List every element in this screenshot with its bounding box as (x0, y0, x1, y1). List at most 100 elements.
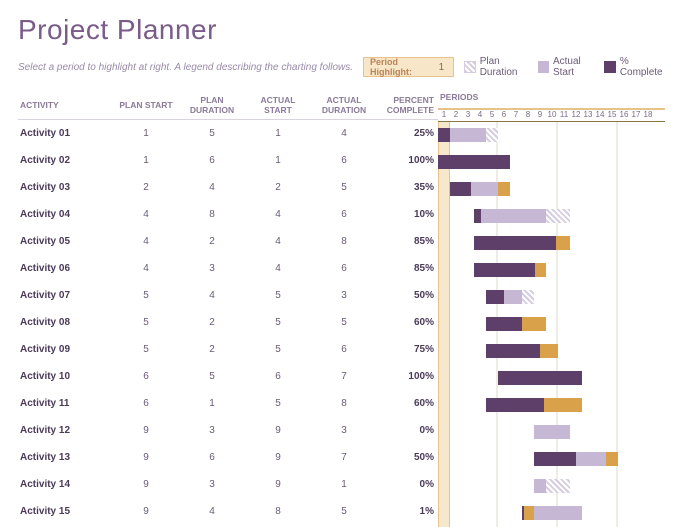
cell-activity[interactable]: Activity 14 (18, 479, 118, 490)
cell-actual-start[interactable]: 5 (250, 344, 310, 355)
cell-actual-duration[interactable]: 8 (310, 236, 382, 247)
table-row[interactable]: Activity 03242535% (18, 174, 438, 201)
cell-percent-complete[interactable]: 100% (382, 371, 438, 382)
cell-actual-duration[interactable]: 3 (310, 425, 382, 436)
table-row[interactable]: Activity 04484610% (18, 201, 438, 228)
cell-plan-duration[interactable]: 2 (178, 236, 250, 247)
cell-plan-start[interactable]: 4 (118, 236, 178, 247)
cell-plan-start[interactable]: 1 (118, 128, 178, 139)
cell-actual-duration[interactable]: 4 (310, 128, 382, 139)
cell-actual-start[interactable]: 8 (250, 506, 310, 517)
cell-actual-duration[interactable]: 1 (310, 479, 382, 490)
cell-plan-duration[interactable]: 8 (178, 209, 250, 220)
cell-plan-duration[interactable]: 3 (178, 263, 250, 274)
table-row[interactable]: Activity 09525675% (18, 336, 438, 363)
cell-plan-duration[interactable]: 2 (178, 344, 250, 355)
cell-activity[interactable]: Activity 05 (18, 236, 118, 247)
cell-activity[interactable]: Activity 12 (18, 425, 118, 436)
cell-actual-duration[interactable]: 3 (310, 290, 382, 301)
cell-plan-duration[interactable]: 5 (178, 128, 250, 139)
table-row[interactable]: Activity 13969750% (18, 444, 438, 471)
cell-plan-start[interactable]: 4 (118, 209, 178, 220)
cell-plan-duration[interactable]: 3 (178, 425, 250, 436)
table-row[interactable]: Activity 106567100% (18, 363, 438, 390)
cell-actual-start[interactable]: 9 (250, 452, 310, 463)
cell-plan-duration[interactable]: 5 (178, 371, 250, 382)
cell-percent-complete[interactable]: 0% (382, 425, 438, 436)
cell-percent-complete[interactable]: 60% (382, 317, 438, 328)
cell-activity[interactable]: Activity 10 (18, 371, 118, 382)
cell-plan-duration[interactable]: 2 (178, 317, 250, 328)
cell-actual-duration[interactable]: 8 (310, 398, 382, 409)
table-row[interactable]: Activity 08525560% (18, 309, 438, 336)
table-row[interactable]: Activity 11615860% (18, 390, 438, 417)
cell-actual-start[interactable]: 6 (250, 371, 310, 382)
cell-plan-start[interactable]: 6 (118, 398, 178, 409)
cell-percent-complete[interactable]: 50% (382, 290, 438, 301)
cell-activity[interactable]: Activity 02 (18, 155, 118, 166)
cell-actual-start[interactable]: 4 (250, 263, 310, 274)
cell-plan-start[interactable]: 5 (118, 317, 178, 328)
cell-actual-start[interactable]: 5 (250, 398, 310, 409)
cell-actual-duration[interactable]: 5 (310, 317, 382, 328)
table-row[interactable]: Activity 06434685% (18, 255, 438, 282)
cell-percent-complete[interactable]: 85% (382, 236, 438, 247)
cell-activity[interactable]: Activity 06 (18, 263, 118, 274)
cell-actual-start[interactable]: 5 (250, 317, 310, 328)
cell-activity[interactable]: Activity 15 (18, 506, 118, 517)
cell-percent-complete[interactable]: 85% (382, 263, 438, 274)
cell-activity[interactable]: Activity 13 (18, 452, 118, 463)
cell-actual-duration[interactable]: 6 (310, 263, 382, 274)
cell-activity[interactable]: Activity 08 (18, 317, 118, 328)
table-row[interactable]: Activity 07545350% (18, 282, 438, 309)
cell-actual-start[interactable]: 1 (250, 128, 310, 139)
table-row[interactable]: Activity 021616100% (18, 147, 438, 174)
cell-percent-complete[interactable]: 1% (382, 506, 438, 517)
table-row[interactable]: Activity 1493910% (18, 471, 438, 498)
period-highlight-value[interactable]: 1 (436, 62, 448, 73)
cell-plan-duration[interactable]: 6 (178, 452, 250, 463)
cell-plan-start[interactable]: 5 (118, 290, 178, 301)
cell-percent-complete[interactable]: 10% (382, 209, 438, 220)
table-row[interactable]: Activity 1594851% (18, 498, 438, 525)
cell-plan-start[interactable]: 9 (118, 506, 178, 517)
cell-percent-complete[interactable]: 50% (382, 452, 438, 463)
cell-percent-complete[interactable]: 35% (382, 182, 438, 193)
cell-percent-complete[interactable]: 75% (382, 344, 438, 355)
cell-activity[interactable]: Activity 01 (18, 128, 118, 139)
cell-plan-duration[interactable]: 3 (178, 479, 250, 490)
cell-actual-duration[interactable]: 5 (310, 506, 382, 517)
cell-actual-start[interactable]: 2 (250, 182, 310, 193)
cell-plan-duration[interactable]: 4 (178, 290, 250, 301)
cell-plan-start[interactable]: 1 (118, 155, 178, 166)
cell-activity[interactable]: Activity 04 (18, 209, 118, 220)
cell-plan-start[interactable]: 9 (118, 452, 178, 463)
cell-activity[interactable]: Activity 11 (18, 398, 118, 409)
cell-percent-complete[interactable]: 25% (382, 128, 438, 139)
cell-plan-start[interactable]: 9 (118, 425, 178, 436)
cell-actual-duration[interactable]: 6 (310, 209, 382, 220)
cell-plan-duration[interactable]: 4 (178, 506, 250, 517)
cell-plan-start[interactable]: 9 (118, 479, 178, 490)
cell-plan-start[interactable]: 6 (118, 371, 178, 382)
cell-actual-duration[interactable]: 6 (310, 155, 382, 166)
cell-actual-start[interactable]: 1 (250, 155, 310, 166)
cell-percent-complete[interactable]: 0% (382, 479, 438, 490)
period-highlight-input[interactable]: Period Highlight: 1 (363, 57, 454, 77)
cell-plan-start[interactable]: 5 (118, 344, 178, 355)
table-row[interactable]: Activity 01151425% (18, 120, 438, 147)
cell-actual-duration[interactable]: 6 (310, 344, 382, 355)
cell-activity[interactable]: Activity 03 (18, 182, 118, 193)
cell-actual-start[interactable]: 5 (250, 290, 310, 301)
cell-actual-duration[interactable]: 7 (310, 371, 382, 382)
cell-actual-duration[interactable]: 7 (310, 452, 382, 463)
cell-plan-start[interactable]: 2 (118, 182, 178, 193)
cell-activity[interactable]: Activity 07 (18, 290, 118, 301)
cell-actual-start[interactable]: 4 (250, 236, 310, 247)
cell-plan-duration[interactable]: 4 (178, 182, 250, 193)
cell-plan-duration[interactable]: 6 (178, 155, 250, 166)
cell-activity[interactable]: Activity 09 (18, 344, 118, 355)
cell-plan-duration[interactable]: 1 (178, 398, 250, 409)
table-row[interactable]: Activity 1293930% (18, 417, 438, 444)
table-row[interactable]: Activity 05424885% (18, 228, 438, 255)
